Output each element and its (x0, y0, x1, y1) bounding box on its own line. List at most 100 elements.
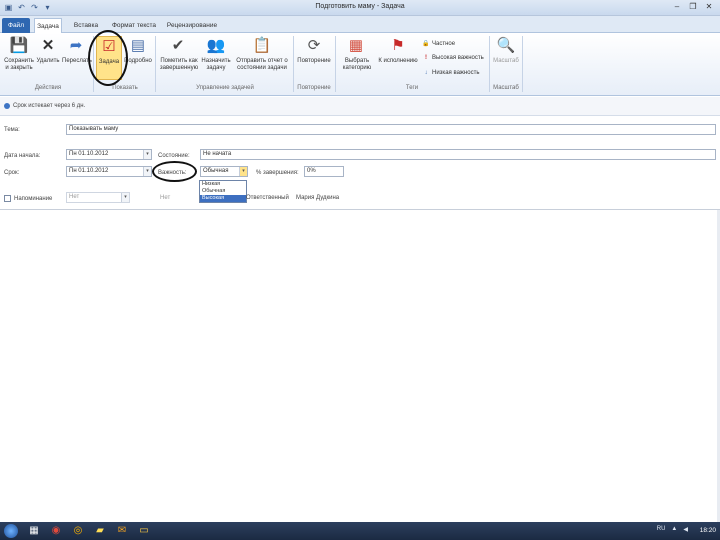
files-icon[interactable]: ▭ (134, 524, 154, 538)
delete-label: Удалить (36, 58, 60, 64)
assign-task-button[interactable]: 👥 Назначить задачу (200, 36, 232, 72)
tab-review[interactable]: Рецензирование (166, 18, 218, 33)
tab-file[interactable]: Файл (2, 18, 30, 33)
recurrence-button[interactable]: ⟳ Повторение (296, 36, 332, 65)
delete-icon: ✕ (41, 37, 55, 54)
separator (155, 36, 156, 92)
forward-button[interactable]: ➦ Переслать (62, 36, 92, 65)
send-status-label: Отправить отчет о состоянии задачи (236, 58, 288, 71)
chevron-down-icon[interactable]: ▾ (239, 167, 247, 176)
start-orb-icon[interactable] (4, 524, 18, 538)
restore-icon[interactable]: ❐ (686, 1, 700, 13)
explorer-icon[interactable]: ▦ (24, 524, 44, 538)
group-manage-label: Управление задачей (196, 85, 254, 91)
window-controls: ‒ ❐ ✕ (670, 1, 716, 13)
send-status-button[interactable]: 📋 Отправить отчет о состоянии задачи (234, 36, 290, 72)
private-button[interactable]: 🔒 Частное (422, 40, 455, 47)
separator (489, 36, 490, 92)
group-actions-label: Действия (34, 85, 62, 91)
separator (335, 36, 336, 92)
due-date-label: Срок: (4, 170, 20, 176)
due-date-value: Пн 01.10.2012 (69, 168, 109, 174)
lock-icon: 🔒 (422, 41, 430, 47)
down-arrow-icon: ↓ (424, 70, 428, 76)
reminder-time-value: Нет (160, 195, 171, 201)
recurrence-label: Повторение (297, 58, 331, 64)
highlight-circle (152, 161, 197, 182)
details-icon: ▤ (130, 37, 146, 54)
high-importance-button[interactable]: ! Высокая важность (422, 55, 484, 61)
assign-people-icon: 👥 (206, 37, 226, 54)
minimize-icon[interactable]: ‒ (670, 1, 684, 13)
group-show-label: Показать (112, 85, 138, 91)
language-indicator[interactable]: RU (657, 526, 666, 533)
close-icon[interactable]: ✕ (702, 1, 716, 13)
forward-label: Переслать (62, 58, 92, 64)
owner-label: Ответственный (246, 195, 289, 201)
system-tray: RU ▲ ◀ (657, 526, 688, 533)
status-report-icon: 📋 (252, 37, 272, 54)
percent-complete-label: % завершения: (256, 170, 299, 176)
delete-button[interactable]: ✕ Удалить (36, 36, 60, 65)
save-close-label: Сохранить и закрыть (4, 58, 34, 71)
group-zoom-label: Масштаб (493, 85, 519, 91)
save-icon: 💾 (9, 37, 29, 54)
categorize-button[interactable]: ▦ Выбрать категорию (338, 36, 374, 72)
volume-icon[interactable]: ◀ (683, 526, 688, 533)
task-window: ▣ ↶ ↷ ▾ Подготовить маму - Задача ‒ ❐ ✕ … (0, 0, 720, 540)
chevron-down-icon[interactable]: ▾ (143, 167, 151, 176)
chrome-icon[interactable]: ◎ (68, 524, 88, 538)
priority-option-normal[interactable]: Обычная (200, 188, 246, 195)
status-label: Состояние: (158, 153, 190, 159)
folder-icon[interactable]: ▰ (90, 524, 110, 538)
separator (522, 36, 523, 92)
separator (293, 36, 294, 92)
start-date-value: Пн 01.10.2012 (69, 151, 109, 157)
forward-icon: ➦ (69, 37, 83, 54)
status-field[interactable]: Не начата (200, 149, 716, 160)
recurrence-icon: ⟳ (307, 37, 321, 54)
mark-complete-label: Пометить как завершенную (159, 58, 199, 71)
info-icon (4, 103, 10, 109)
tab-task[interactable]: Задача (34, 18, 62, 33)
reminder-checkbox[interactable] (4, 195, 11, 202)
assign-task-label: Назначить задачу (201, 58, 231, 71)
percent-complete-field[interactable]: 0% (304, 166, 344, 177)
priority-select[interactable]: Обычная ▾ (200, 166, 248, 177)
priority-dropdown-list: Низкая Обычная Высокая (199, 180, 247, 203)
tab-insert[interactable]: Вставка (70, 18, 102, 33)
title-bar: ▣ ↶ ↷ ▾ Подготовить маму - Задача ‒ ❐ ✕ (0, 0, 720, 16)
task-body-editor[interactable] (0, 210, 720, 522)
subject-input[interactable]: Показывать маму (66, 124, 716, 135)
priority-option-high[interactable]: Высокая (200, 195, 246, 202)
chevron-down-icon[interactable]: ▾ (121, 193, 129, 202)
start-date-field[interactable]: Пн 01.10.2012 ▾ (66, 149, 152, 160)
low-importance-button[interactable]: ↓ Низкая важность (422, 70, 480, 76)
percent-complete-value: 0% (307, 168, 316, 174)
details-label: Подробно (124, 58, 152, 64)
reminder-date-field[interactable]: Нет ▾ (66, 192, 130, 203)
info-text: Срок истекает через 6 дн. (13, 103, 86, 109)
follow-up-button[interactable]: ⚑ К исполнению (378, 36, 418, 65)
subject-label: Тема: (4, 127, 20, 133)
zoom-button[interactable]: 🔍 Масштаб (492, 36, 520, 65)
network-icon[interactable]: ▲ (671, 526, 677, 533)
categorize-label: Выбрать категорию (342, 58, 372, 71)
save-close-button[interactable]: 💾 Сохранить и закрыть (4, 36, 34, 72)
due-date-field[interactable]: Пн 01.10.2012 ▾ (66, 166, 152, 177)
info-bar: Срок истекает через 6 дн. (0, 97, 720, 116)
details-button[interactable]: ▤ Подробно (124, 36, 152, 65)
tab-format-text[interactable]: Формат текста (108, 18, 160, 33)
taskbar: ▦ ◉ ◎ ▰ ✉ ▭ RU ▲ ◀ 18:20 (0, 522, 720, 540)
chevron-down-icon[interactable]: ▾ (143, 150, 151, 159)
priority-option-low[interactable]: Низкая (200, 181, 246, 188)
outlook-icon[interactable]: ✉ (112, 524, 132, 538)
clock[interactable]: 18:20 (700, 527, 716, 534)
follow-up-label: К исполнению (378, 58, 418, 64)
reminder-date-value: Нет (69, 194, 80, 200)
high-importance-label: Высокая важность (432, 55, 484, 61)
reminder-label: Напоминание (14, 196, 53, 203)
opera-icon[interactable]: ◉ (46, 524, 66, 538)
mark-complete-button[interactable]: ✔ Пометить как завершенную (158, 36, 198, 72)
start-date-label: Дата начала: (4, 153, 41, 159)
